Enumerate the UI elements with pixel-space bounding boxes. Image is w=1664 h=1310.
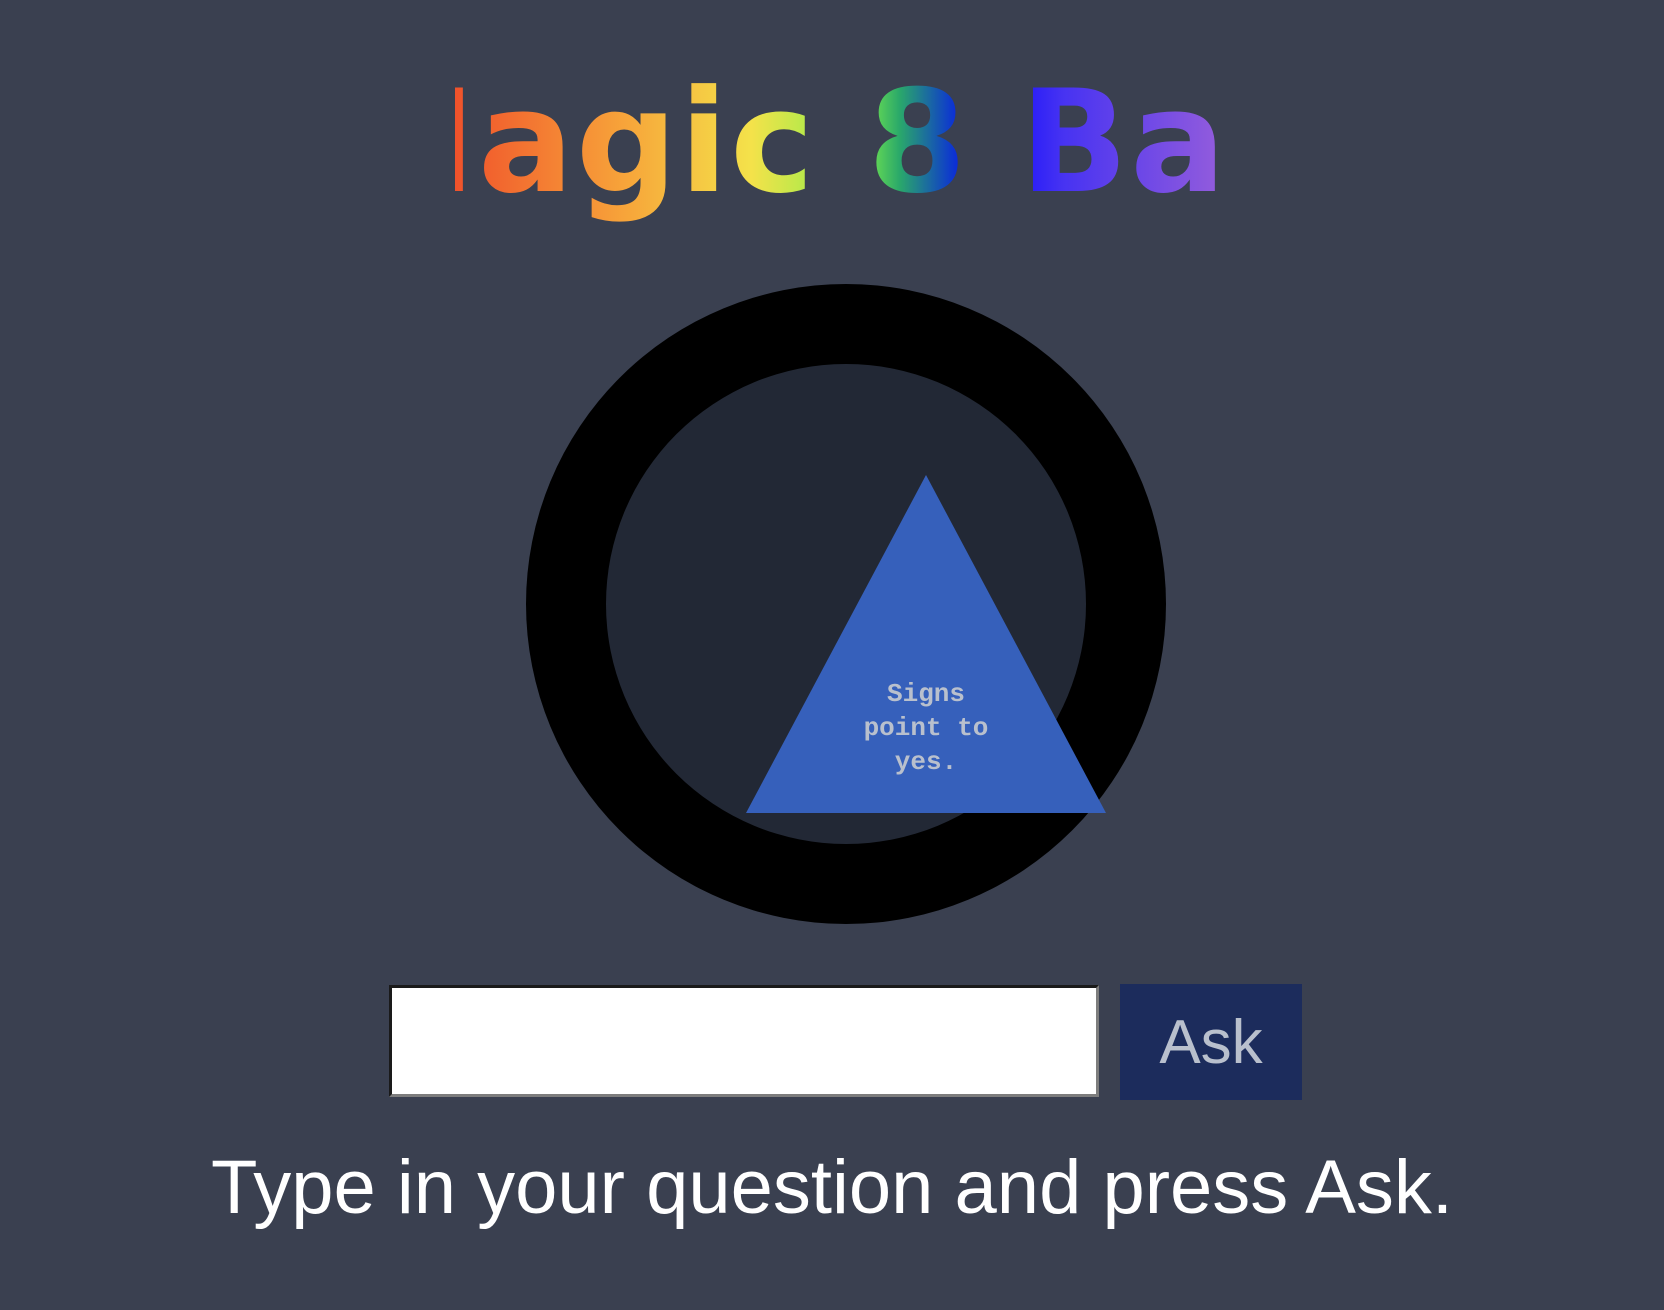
answer-line-2: point to — [863, 713, 989, 743]
answer-line-3: yes. — [894, 747, 958, 777]
ball-window: Signs point to yes. — [606, 364, 1106, 844]
instructions-text: Type in your question and press Ask. — [210, 1145, 1454, 1230]
answer-line-1: Signs — [886, 679, 965, 709]
page-title: Magic 8 Ball — [0, 58, 1664, 228]
answer-text: Signs point to yes. — [726, 677, 1126, 779]
magic-8-ball: Signs point to yes. — [526, 284, 1166, 924]
question-input[interactable] — [389, 985, 1099, 1097]
ask-button[interactable]: Ask — [1120, 984, 1302, 1100]
